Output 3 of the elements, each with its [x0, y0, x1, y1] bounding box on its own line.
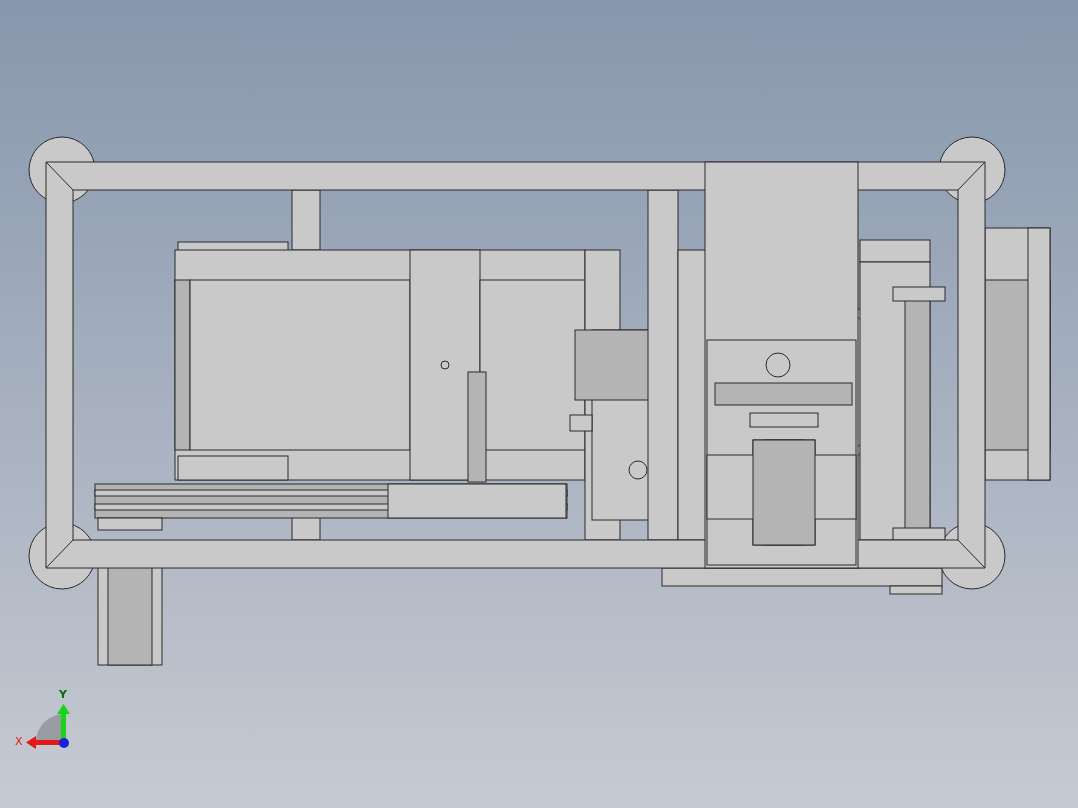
y-axis-label: Y	[59, 688, 67, 701]
axis-triad-icon	[26, 704, 70, 749]
x-axis-label: X	[15, 735, 23, 748]
